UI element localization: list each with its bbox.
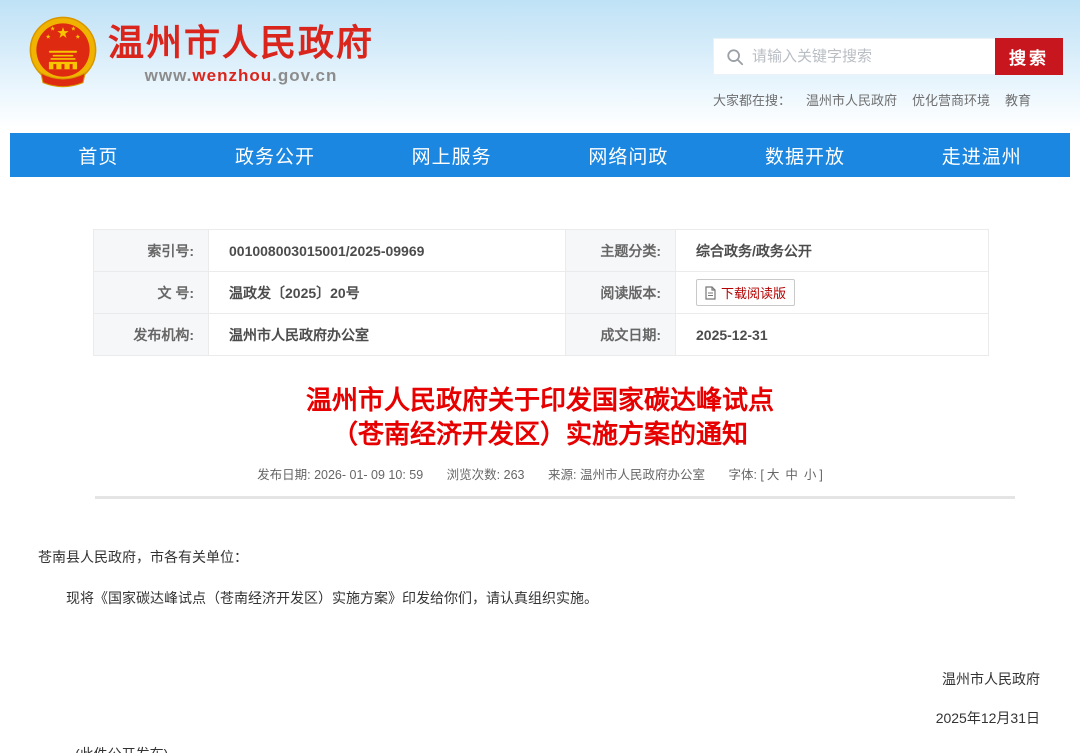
document-title: 温州市人民政府关于印发国家碳达峰试点 （苍南经济开发区）实施方案的通知: [40, 383, 1040, 451]
source-label: 来源:: [548, 468, 576, 482]
document-title-line1: 温州市人民政府关于印发国家碳达峰试点: [306, 385, 774, 415]
search-area: 搜索 大家都在搜： 温州市人民政府优化营商环境教育: [713, 38, 1063, 109]
index-number-value: 001008003015001/2025-09969: [209, 230, 566, 272]
nav-item-public-inquiry[interactable]: 网络问政: [540, 133, 717, 177]
table-row: 索引号: 001008003015001/2025-09969 主题分类: 综合…: [94, 230, 989, 272]
search-box: [713, 38, 995, 75]
document-meta-table: 索引号: 001008003015001/2025-09969 主题分类: 综合…: [93, 229, 989, 356]
search-button[interactable]: 搜索: [995, 38, 1063, 75]
issue-date-value: 2025-12-31: [676, 314, 989, 356]
issuing-agency-label: 发布机构:: [94, 314, 209, 356]
font-size-small-button[interactable]: 小: [804, 468, 817, 482]
hot-search-label: 大家都在搜：: [713, 93, 791, 108]
salutation-text: 苍南县人民政府，市各有关单位：: [38, 548, 1040, 566]
document-file-icon: [705, 286, 716, 300]
nav-item-gov-info[interactable]: 政务公开: [187, 133, 364, 177]
site-url-domain: .gov.cn: [272, 66, 337, 85]
source-value: 温州市人民政府办公室: [580, 468, 705, 482]
nav-item-open-data[interactable]: 数据开放: [717, 133, 894, 177]
nav-item-about-wenzhou[interactable]: 走进温州: [893, 133, 1070, 177]
body-paragraph: 现将《国家碳达峰试点（苍南经济开发区）实施方案》印发给你们，请认真组织实施。: [38, 589, 1040, 607]
nav-item-online-services[interactable]: 网上服务: [363, 133, 540, 177]
doc-number-label: 文 号:: [94, 272, 209, 314]
nav-item-home[interactable]: 首页: [10, 133, 187, 177]
hot-term-link[interactable]: 温州市人民政府: [806, 93, 897, 108]
search-input[interactable]: [752, 48, 995, 65]
signer-name: 温州市人民政府: [38, 670, 1040, 688]
issuing-agency-value: 温州市人民政府办公室: [209, 314, 566, 356]
document-content: 索引号: 001008003015001/2025-09969 主题分类: 综合…: [0, 177, 1080, 753]
page: 温州市人民政府 www.wenzhou.gov.cn 搜索 大家都在搜： 温州市人…: [0, 0, 1080, 753]
topic-category-value: 综合政务/政务公开: [676, 230, 989, 272]
site-title: 温州市人民政府: [108, 22, 374, 63]
site-url-host: wenzhou: [192, 66, 272, 85]
view-count-label: 浏览次数:: [447, 468, 500, 482]
sign-date: 2025年12月31日: [38, 709, 1040, 727]
main-nav: 首页 政务公开 网上服务 网络问政 数据开放 走进温州: [10, 133, 1070, 177]
site-url: www.wenzhou.gov.cn: [108, 66, 374, 86]
reading-version-cell: 下载阅读版: [676, 272, 989, 314]
site-url-www: www.: [145, 66, 193, 85]
site-logo-link[interactable]: 温州市人民政府 www.wenzhou.gov.cn: [26, 16, 374, 90]
font-size-label: 字体: [: [728, 468, 763, 482]
publish-date-value: 2026- 01- 09 10: 59: [314, 468, 423, 482]
index-number-label: 索引号:: [94, 230, 209, 272]
view-count-value: 263: [504, 468, 525, 482]
topic-category-label: 主题分类:: [566, 230, 676, 272]
search-icon: [726, 48, 744, 66]
doc-number-value: 温政发〔2025〕20号: [209, 272, 566, 314]
font-size-bracket-close: ]: [819, 468, 822, 482]
issue-date-label: 成文日期:: [566, 314, 676, 356]
table-row: 发布机构: 温州市人民政府办公室 成文日期: 2025-12-31: [94, 314, 989, 356]
font-size-medium-button[interactable]: 中: [785, 468, 798, 482]
site-identity: 温州市人民政府 www.wenzhou.gov.cn: [108, 16, 374, 86]
hot-term-link[interactable]: 教育: [1005, 93, 1031, 108]
publish-meta-line: 发布日期: 2026- 01- 09 10: 59 浏览次数: 263 来源: …: [0, 464, 1080, 483]
table-row: 文 号: 温政发〔2025〕20号 阅读版本: 下载阅读版: [94, 272, 989, 314]
public-release-note: (此件公开发布): [38, 745, 1040, 753]
download-reading-version-button[interactable]: 下载阅读版: [696, 279, 795, 306]
section-divider: [95, 496, 1015, 499]
font-size-large-button[interactable]: 大: [767, 468, 780, 482]
download-reading-version-label: 下载阅读版: [721, 283, 786, 302]
document-title-line2: （苍南经济开发区）实施方案的通知: [332, 419, 748, 449]
publish-date-label: 发布日期:: [257, 468, 310, 482]
hot-search-row: 大家都在搜： 温州市人民政府优化营商环境教育: [713, 90, 1063, 109]
national-emblem-icon: [26, 16, 100, 90]
site-header: 温州市人民政府 www.wenzhou.gov.cn 搜索 大家都在搜： 温州市人…: [0, 0, 1080, 128]
document-body: 苍南县人民政府，市各有关单位： 现将《国家碳达峰试点（苍南经济开发区）实施方案》…: [0, 548, 1080, 753]
reading-version-label: 阅读版本:: [566, 272, 676, 314]
hot-term-link[interactable]: 优化营商环境: [912, 93, 990, 108]
